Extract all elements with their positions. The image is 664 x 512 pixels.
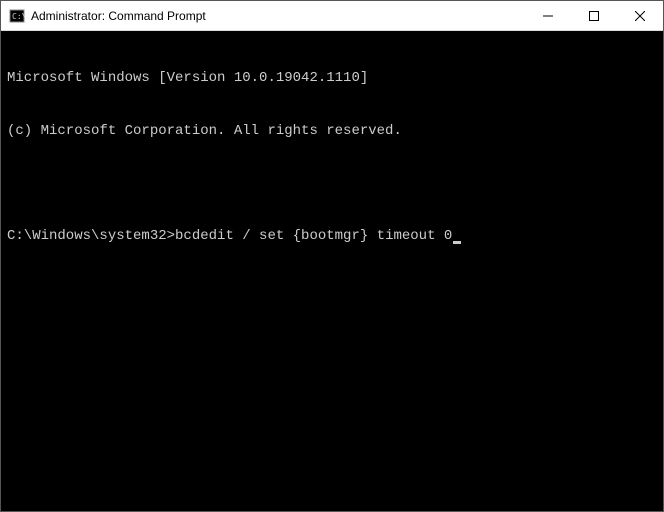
- command-prompt-window: C:\ Administrator: Command Prompt Micros…: [0, 0, 664, 512]
- cursor: [453, 241, 461, 244]
- terminal-area[interactable]: Microsoft Windows [Version 10.0.19042.11…: [1, 31, 663, 511]
- window-controls: [525, 1, 663, 30]
- cmd-icon: C:\: [9, 8, 25, 24]
- blank-line: [7, 175, 657, 193]
- titlebar[interactable]: C:\ Administrator: Command Prompt: [1, 1, 663, 31]
- prompt-path: C:\Windows\system32>: [7, 228, 175, 244]
- version-line: Microsoft Windows [Version 10.0.19042.11…: [7, 70, 657, 88]
- typed-command: bcdedit / set {bootmgr} timeout 0: [175, 228, 452, 244]
- prompt-line: C:\Windows\system32>bcdedit / set {bootm…: [7, 228, 657, 246]
- close-button[interactable]: [617, 1, 663, 30]
- copyright-line: (c) Microsoft Corporation. All rights re…: [7, 123, 657, 141]
- maximize-button[interactable]: [571, 1, 617, 30]
- svg-text:C:\: C:\: [12, 12, 25, 21]
- minimize-button[interactable]: [525, 1, 571, 30]
- window-title: Administrator: Command Prompt: [31, 9, 525, 23]
